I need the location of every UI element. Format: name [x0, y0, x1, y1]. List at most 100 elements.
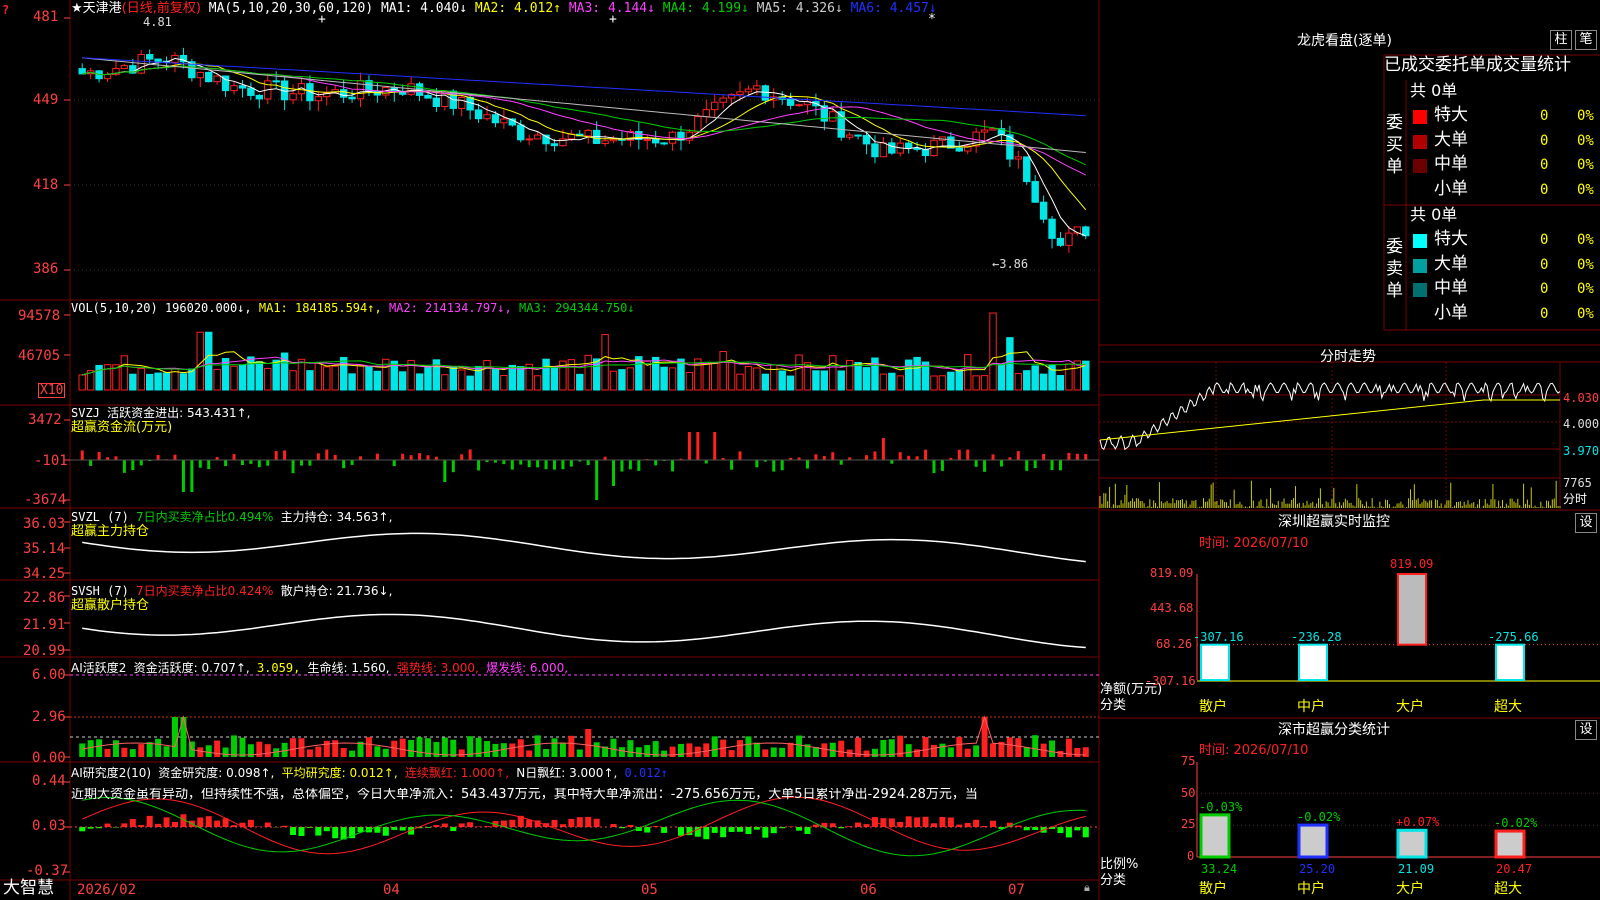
ma1-value: MA1: 4.040↓	[380, 1, 468, 16]
classify-settings-button[interactable]: 设	[1575, 720, 1597, 740]
order-size-swatch	[1413, 258, 1427, 273]
svzl-tick: 35.14	[23, 541, 66, 557]
order-size-label: 大单	[1434, 253, 1468, 274]
order-percent: 0%	[1577, 108, 1594, 124]
brand-logo: 大智慧	[3, 878, 54, 898]
volume-bar	[289, 370, 297, 391]
svzj-bar	[1058, 460, 1062, 471]
candle-body	[609, 138, 618, 142]
ai-active-title: AI活跃度2	[71, 661, 127, 675]
ai-active-bar	[728, 750, 735, 757]
ai-research-bar	[677, 827, 684, 836]
volume-bar	[913, 356, 921, 391]
event-marker[interactable]: *	[928, 13, 936, 26]
svzj-bar	[940, 460, 944, 471]
event-marker[interactable]: +	[318, 13, 326, 26]
order-size-label: 特大	[1434, 229, 1468, 249]
x-axis-label: 07	[1008, 882, 1025, 898]
chart-mode[interactable]: (日线,前复权)	[122, 1, 201, 16]
order-count: 0	[1540, 157, 1549, 173]
ma5-value: MA5: 4.326↓	[756, 1, 843, 16]
ai-active-bar	[1074, 747, 1081, 757]
panel-arrow-icon[interactable]: ?	[2, 4, 9, 16]
ai-active-bar	[399, 738, 406, 757]
svzj-bar	[805, 460, 809, 469]
svzj-bar	[131, 460, 135, 471]
svsh-tick: 21.91	[23, 617, 66, 633]
svzl-hold: 主力持仓: 34.563↑,	[280, 510, 393, 524]
volume-bar	[972, 375, 980, 391]
ai-active-bar	[509, 743, 516, 757]
chart-canvas[interactable]	[0, 0, 1600, 900]
monitor-cat-label: 分类	[1100, 698, 1127, 713]
svzj-bar	[991, 454, 995, 460]
ai-research-bar	[745, 827, 752, 835]
monitor-settings-button[interactable]: 设	[1575, 513, 1597, 533]
candle-body	[854, 134, 862, 137]
ai-active-bar	[787, 742, 794, 757]
volume-bar	[356, 364, 365, 391]
ai-active-bar	[635, 747, 642, 757]
svzj-bar	[772, 460, 776, 472]
ai-active-bar	[315, 746, 322, 757]
ai-active-bar	[1057, 750, 1064, 757]
order-percent: 0%	[1577, 181, 1594, 198]
ai-active-bar	[745, 736, 752, 757]
svzj-bar	[156, 454, 160, 460]
ai-active-bar	[770, 747, 777, 757]
svzj-bar	[983, 460, 987, 472]
ai-active-bar	[231, 735, 238, 757]
ai-active-bar	[146, 742, 153, 757]
ai-active-bar	[264, 744, 271, 757]
classify-value: 25.20	[1299, 862, 1336, 876]
svzj-bar	[924, 449, 928, 460]
ai-active-bar	[973, 745, 980, 757]
svzl-subtitle: 超赢主力持仓	[71, 524, 150, 539]
star-icon[interactable]: ★	[71, 1, 83, 16]
svzj-bar	[451, 460, 455, 473]
price-tick: 449	[33, 92, 59, 108]
event-marker[interactable]: +	[609, 13, 617, 26]
volume-header: VOL(5,10,20) 196020.000↓, MA1: 184185.59…	[71, 302, 635, 314]
candle-body	[550, 143, 559, 147]
ai-research-tick: -0.37	[26, 863, 69, 879]
stock-name[interactable]: 天津港	[83, 1, 122, 16]
volume-bar	[272, 359, 280, 391]
candle-body	[255, 94, 264, 100]
ai-research-bar	[914, 817, 921, 827]
svzj-bar	[207, 460, 211, 469]
volume-bar	[491, 368, 500, 391]
tick-view-button[interactable]: 笔	[1575, 30, 1597, 50]
candle-body	[424, 94, 432, 99]
classify-delta: -0.02%	[1297, 810, 1341, 825]
volume-bar	[230, 365, 238, 391]
monitor-bar	[1495, 643, 1525, 682]
volume-bar	[339, 356, 348, 391]
volume-bar	[500, 375, 508, 391]
order-size-swatch	[1413, 183, 1427, 198]
volume-bar	[837, 370, 845, 391]
volume-bar	[795, 354, 803, 391]
bar-view-button[interactable]: 柱	[1550, 30, 1572, 50]
volume-bar	[441, 374, 449, 391]
ai-active-life: 生命线: 1.560,	[307, 661, 390, 675]
ai-research-bar	[1057, 827, 1064, 834]
ai-research-bar	[484, 826, 491, 827]
volume-bar	[829, 355, 837, 391]
svzj-bar	[1016, 451, 1020, 460]
svzj-bar	[240, 460, 244, 466]
monitor-bar	[1397, 573, 1427, 646]
ai-research-nday: N日飘红: 3.000↑,	[516, 766, 618, 780]
ai-research-bar	[1065, 827, 1072, 838]
candle-body	[145, 54, 154, 60]
candle-body	[213, 75, 221, 83]
monitor-time: 时间: 2026/07/10	[1199, 536, 1309, 551]
ai-research-bar	[509, 819, 516, 827]
svzj-bar	[780, 460, 784, 471]
lock-icon[interactable]: 🔒︎	[1084, 882, 1090, 893]
volume-bar	[719, 351, 727, 391]
candle-body	[584, 129, 592, 137]
ai-active-bar	[306, 749, 313, 757]
monitor-bar-value: -307.16	[1193, 629, 1244, 644]
order-percent: 0%	[1577, 281, 1594, 297]
